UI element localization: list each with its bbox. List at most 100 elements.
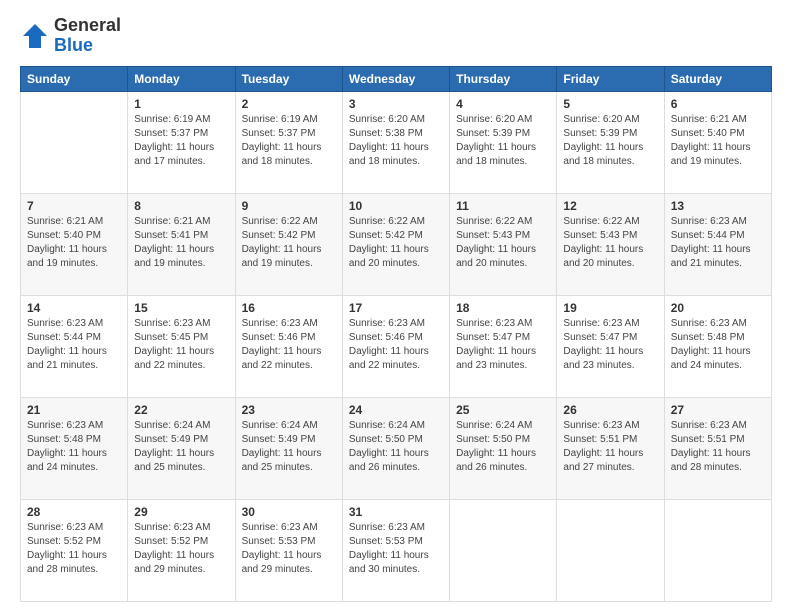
day-number: 26 — [563, 403, 657, 417]
day-number: 15 — [134, 301, 228, 315]
day-info: Sunrise: 6:23 AM Sunset: 5:47 PM Dayligh… — [563, 317, 657, 373]
logo-text: General Blue — [54, 16, 121, 56]
day-info: Sunrise: 6:24 AM Sunset: 5:49 PM Dayligh… — [242, 419, 336, 475]
calendar-table: SundayMondayTuesdayWednesdayThursdayFrid… — [20, 66, 772, 602]
page: General Blue SundayMondayTuesdayWednesda… — [0, 0, 792, 612]
calendar-cell: 29 Sunrise: 6:23 AM Sunset: 5:52 PM Dayli… — [128, 499, 235, 601]
calendar-header-wednesday: Wednesday — [342, 66, 449, 91]
day-number: 27 — [671, 403, 765, 417]
day-number: 21 — [27, 403, 121, 417]
header: General Blue — [20, 16, 772, 56]
day-number: 14 — [27, 301, 121, 315]
day-number: 25 — [456, 403, 550, 417]
day-number: 17 — [349, 301, 443, 315]
calendar-cell: 28 Sunrise: 6:23 AM Sunset: 5:52 PM Dayli… — [21, 499, 128, 601]
day-number: 13 — [671, 199, 765, 213]
day-info: Sunrise: 6:21 AM Sunset: 5:40 PM Dayligh… — [671, 113, 765, 169]
calendar-week-3: 14 Sunrise: 6:23 AM Sunset: 5:44 PM Dayli… — [21, 295, 772, 397]
day-number: 7 — [27, 199, 121, 213]
day-info: Sunrise: 6:23 AM Sunset: 5:47 PM Dayligh… — [456, 317, 550, 373]
calendar-cell: 27 Sunrise: 6:23 AM Sunset: 5:51 PM Dayli… — [664, 397, 771, 499]
day-number: 31 — [349, 505, 443, 519]
day-info: Sunrise: 6:23 AM Sunset: 5:53 PM Dayligh… — [242, 521, 336, 577]
calendar-cell: 4 Sunrise: 6:20 AM Sunset: 5:39 PM Daylig… — [450, 91, 557, 193]
day-info: Sunrise: 6:24 AM Sunset: 5:50 PM Dayligh… — [456, 419, 550, 475]
day-info: Sunrise: 6:22 AM Sunset: 5:42 PM Dayligh… — [242, 215, 336, 271]
day-info: Sunrise: 6:23 AM Sunset: 5:52 PM Dayligh… — [27, 521, 121, 577]
day-number: 18 — [456, 301, 550, 315]
day-number: 11 — [456, 199, 550, 213]
day-info: Sunrise: 6:22 AM Sunset: 5:43 PM Dayligh… — [456, 215, 550, 271]
calendar-cell — [450, 499, 557, 601]
logo: General Blue — [20, 16, 121, 56]
calendar-header-saturday: Saturday — [664, 66, 771, 91]
calendar-week-4: 21 Sunrise: 6:23 AM Sunset: 5:48 PM Dayli… — [21, 397, 772, 499]
calendar-cell: 6 Sunrise: 6:21 AM Sunset: 5:40 PM Daylig… — [664, 91, 771, 193]
day-info: Sunrise: 6:19 AM Sunset: 5:37 PM Dayligh… — [242, 113, 336, 169]
day-info: Sunrise: 6:20 AM Sunset: 5:39 PM Dayligh… — [563, 113, 657, 169]
day-info: Sunrise: 6:23 AM Sunset: 5:51 PM Dayligh… — [671, 419, 765, 475]
calendar-cell — [21, 91, 128, 193]
day-info: Sunrise: 6:23 AM Sunset: 5:44 PM Dayligh… — [27, 317, 121, 373]
day-info: Sunrise: 6:23 AM Sunset: 5:51 PM Dayligh… — [563, 419, 657, 475]
calendar-header-friday: Friday — [557, 66, 664, 91]
calendar-cell: 3 Sunrise: 6:20 AM Sunset: 5:38 PM Daylig… — [342, 91, 449, 193]
day-info: Sunrise: 6:23 AM Sunset: 5:48 PM Dayligh… — [671, 317, 765, 373]
day-number: 30 — [242, 505, 336, 519]
calendar-cell: 11 Sunrise: 6:22 AM Sunset: 5:43 PM Dayli… — [450, 193, 557, 295]
calendar-header-monday: Monday — [128, 66, 235, 91]
day-number: 3 — [349, 97, 443, 111]
day-number: 24 — [349, 403, 443, 417]
day-number: 28 — [27, 505, 121, 519]
day-info: Sunrise: 6:23 AM Sunset: 5:44 PM Dayligh… — [671, 215, 765, 271]
calendar-header-sunday: Sunday — [21, 66, 128, 91]
calendar-week-1: 1Sunrise: 6:19 AM Sunset: 5:37 PM Daylig… — [21, 91, 772, 193]
day-info: Sunrise: 6:24 AM Sunset: 5:49 PM Dayligh… — [134, 419, 228, 475]
day-number: 5 — [563, 97, 657, 111]
day-number: 23 — [242, 403, 336, 417]
calendar-cell: 20 Sunrise: 6:23 AM Sunset: 5:48 PM Dayli… — [664, 295, 771, 397]
day-info: Sunrise: 6:20 AM Sunset: 5:38 PM Dayligh… — [349, 113, 443, 169]
day-info: Sunrise: 6:24 AM Sunset: 5:50 PM Dayligh… — [349, 419, 443, 475]
calendar-cell: 9 Sunrise: 6:22 AM Sunset: 5:42 PM Daylig… — [235, 193, 342, 295]
calendar-cell: 23 Sunrise: 6:24 AM Sunset: 5:49 PM Dayli… — [235, 397, 342, 499]
calendar-cell: 18 Sunrise: 6:23 AM Sunset: 5:47 PM Dayli… — [450, 295, 557, 397]
day-info: Sunrise: 6:22 AM Sunset: 5:42 PM Dayligh… — [349, 215, 443, 271]
day-number: 8 — [134, 199, 228, 213]
calendar-cell: 31Sunrise: 6:23 AM Sunset: 5:53 PM Dayli… — [342, 499, 449, 601]
day-info: Sunrise: 6:23 AM Sunset: 5:45 PM Dayligh… — [134, 317, 228, 373]
calendar-cell: 13 Sunrise: 6:23 AM Sunset: 5:44 PM Dayli… — [664, 193, 771, 295]
calendar-header-row: SundayMondayTuesdayWednesdayThursdayFrid… — [21, 66, 772, 91]
day-number: 29 — [134, 505, 228, 519]
calendar-header-thursday: Thursday — [450, 66, 557, 91]
calendar-cell: 16Sunrise: 6:23 AM Sunset: 5:46 PM Dayli… — [235, 295, 342, 397]
day-info: Sunrise: 6:23 AM Sunset: 5:48 PM Dayligh… — [27, 419, 121, 475]
calendar-cell: 12 Sunrise: 6:22 AM Sunset: 5:43 PM Dayli… — [557, 193, 664, 295]
calendar-cell: 5 Sunrise: 6:20 AM Sunset: 5:39 PM Daylig… — [557, 91, 664, 193]
calendar-cell: 15 Sunrise: 6:23 AM Sunset: 5:45 PM Dayli… — [128, 295, 235, 397]
day-number: 20 — [671, 301, 765, 315]
calendar-cell: 2 Sunrise: 6:19 AM Sunset: 5:37 PM Daylig… — [235, 91, 342, 193]
calendar-cell — [557, 499, 664, 601]
day-info: Sunrise: 6:22 AM Sunset: 5:43 PM Dayligh… — [563, 215, 657, 271]
day-info: Sunrise: 6:21 AM Sunset: 5:40 PM Dayligh… — [27, 215, 121, 271]
day-number: 19 — [563, 301, 657, 315]
day-number: 12 — [563, 199, 657, 213]
calendar-cell: 25 Sunrise: 6:24 AM Sunset: 5:50 PM Dayli… — [450, 397, 557, 499]
day-info: Sunrise: 6:20 AM Sunset: 5:39 PM Dayligh… — [456, 113, 550, 169]
day-number: 9 — [242, 199, 336, 213]
calendar-cell: 7 Sunrise: 6:21 AM Sunset: 5:40 PM Daylig… — [21, 193, 128, 295]
day-info: Sunrise: 6:19 AM Sunset: 5:37 PM Dayligh… — [134, 113, 228, 169]
calendar-cell: 10Sunrise: 6:22 AM Sunset: 5:42 PM Dayli… — [342, 193, 449, 295]
day-number: 6 — [671, 97, 765, 111]
calendar-cell: 1Sunrise: 6:19 AM Sunset: 5:37 PM Daylig… — [128, 91, 235, 193]
day-number: 22 — [134, 403, 228, 417]
day-number: 4 — [456, 97, 550, 111]
day-number: 2 — [242, 97, 336, 111]
logo-icon — [20, 21, 50, 51]
calendar-header-tuesday: Tuesday — [235, 66, 342, 91]
day-info: Sunrise: 6:23 AM Sunset: 5:46 PM Dayligh… — [349, 317, 443, 373]
calendar-cell: 26 Sunrise: 6:23 AM Sunset: 5:51 PM Dayli… — [557, 397, 664, 499]
day-info: Sunrise: 6:23 AM Sunset: 5:52 PM Dayligh… — [134, 521, 228, 577]
calendar-cell: 14 Sunrise: 6:23 AM Sunset: 5:44 PM Dayli… — [21, 295, 128, 397]
